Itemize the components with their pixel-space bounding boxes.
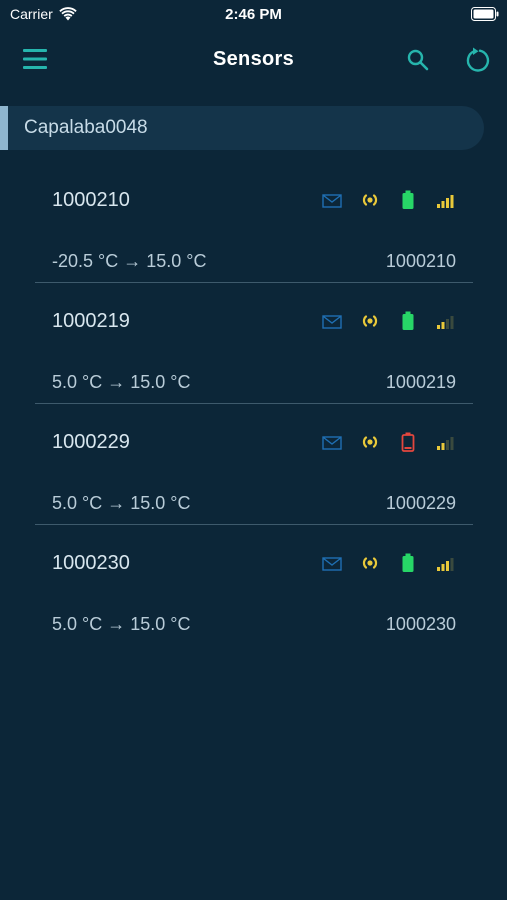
- sensor-name: 1000229: [52, 431, 130, 453]
- sensor-status-icons: [322, 553, 458, 575]
- sensor-status-icons: [322, 432, 458, 454]
- group-header[interactable]: Capalaba0048: [0, 106, 484, 150]
- sensor-temperature-range: 5.0 °C → 15.0 °C: [52, 372, 191, 392]
- sensor-item[interactable]: 1000219 5.0 °C → 15.0 °C 1000219: [0, 283, 507, 404]
- refresh-icon[interactable]: [464, 46, 492, 74]
- battery-full-icon: [401, 311, 415, 336]
- status-time: 2:46 PM: [225, 6, 282, 23]
- sensor-item[interactable]: 1000210 -20.5 °C → 15.0 °C 1000210: [0, 162, 507, 283]
- page-title: Sensors: [212, 48, 295, 70]
- signal-strength-icon: [437, 557, 455, 576]
- sensor-item[interactable]: 1000230 5.0 °C → 15.0 °C 1000230: [0, 525, 507, 646]
- live-signal-icon: [360, 554, 380, 577]
- sensor-code: 1000210: [385, 251, 456, 271]
- battery-full-icon: [401, 190, 415, 215]
- nav-bar: Sensors: [0, 36, 507, 84]
- sensor-name: 1000230: [52, 552, 130, 574]
- signal-strength-icon: [437, 194, 455, 213]
- sensor-name: 1000210: [52, 189, 130, 211]
- mail-icon: [322, 193, 342, 214]
- sensor-status-icons: [322, 311, 458, 333]
- mail-icon: [322, 556, 342, 577]
- status-bar: Carrier 2:46 PM: [0, 0, 507, 28]
- live-signal-icon: [360, 433, 380, 456]
- live-signal-icon: [360, 312, 380, 335]
- sensor-temperature-range: 5.0 °C → 15.0 °C: [52, 493, 191, 513]
- live-signal-icon: [360, 191, 380, 214]
- signal-strength-icon: [437, 315, 455, 334]
- sensor-code: 1000219: [385, 372, 456, 392]
- sensor-name: 1000219: [52, 310, 130, 332]
- mail-icon: [322, 435, 342, 456]
- sensor-code: 1000229: [385, 493, 456, 513]
- battery-low-icon: [401, 432, 415, 457]
- sensor-temperature-range: 5.0 °C → 15.0 °C: [52, 614, 191, 634]
- mail-icon: [322, 314, 342, 335]
- sensor-temperature-range: -20.5 °C → 15.0 °C: [52, 251, 207, 271]
- sensor-item[interactable]: 1000229 5.0 °C → 15.0 °C 1000229: [0, 404, 507, 525]
- search-icon[interactable]: [406, 48, 430, 72]
- sensor-list: 1000210 -20.5 °C → 15.0 °C 1000210 1000219 5…: [0, 162, 507, 646]
- signal-strength-icon: [437, 436, 455, 455]
- battery-full-icon: [401, 553, 415, 578]
- sensor-status-icons: [322, 190, 458, 212]
- group-name: Capalaba0048: [24, 117, 148, 138]
- sensor-code: 1000230: [385, 614, 456, 634]
- group-accent-bar: [0, 106, 8, 150]
- battery-status-icon: [471, 7, 499, 21]
